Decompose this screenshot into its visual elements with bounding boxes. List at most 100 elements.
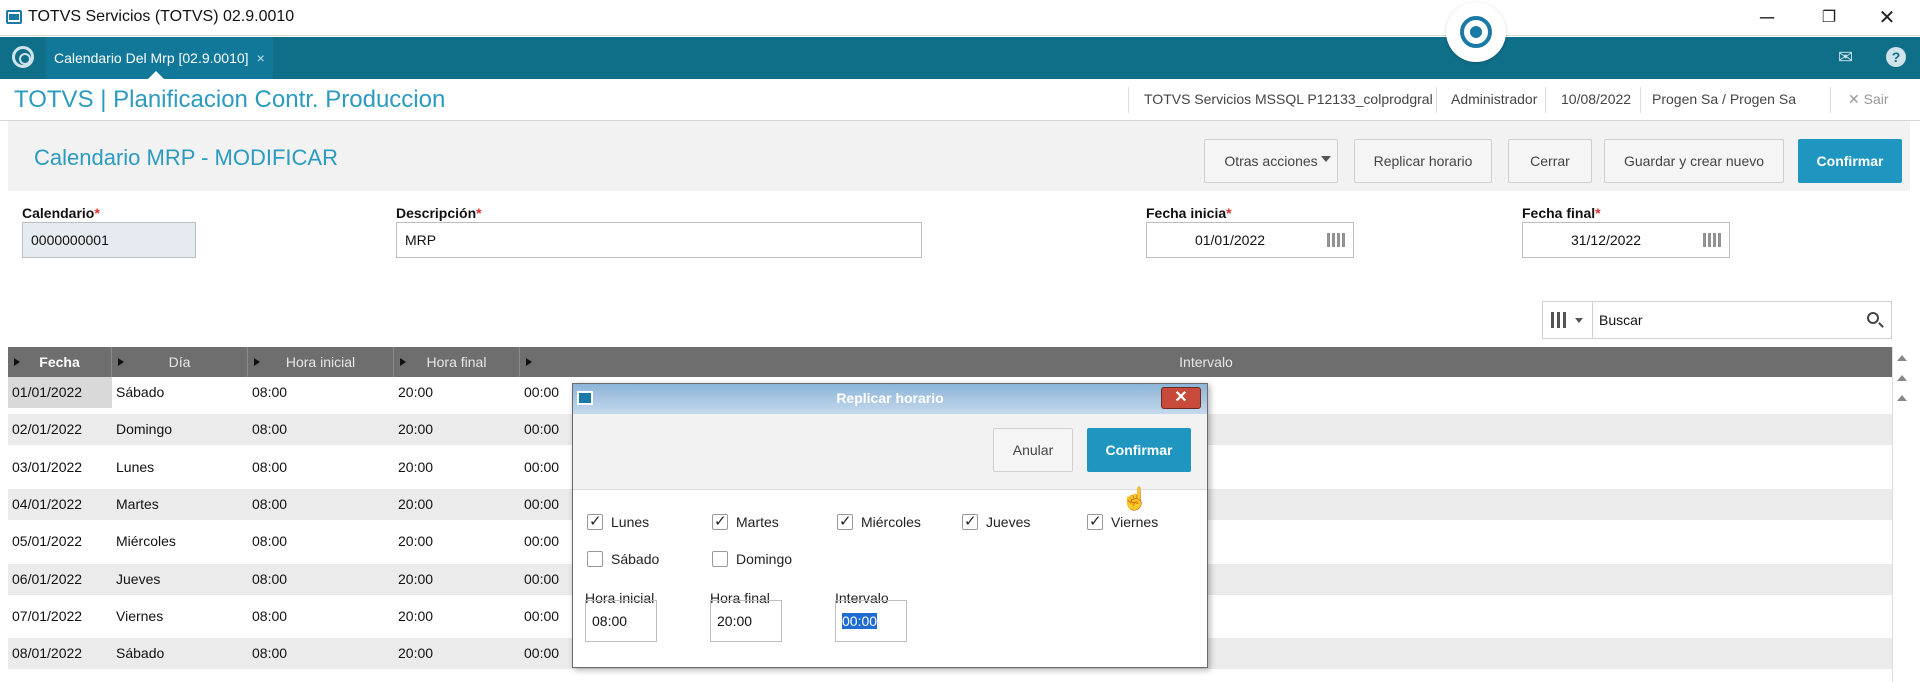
column-header-hora-final[interactable]: Hora final [394, 347, 520, 377]
sort-arrow-icon [400, 358, 406, 366]
sort-arrow-icon [14, 358, 20, 366]
mail-icon[interactable]: ✉ [1838, 47, 1853, 68]
cell-dia: Sábado [116, 645, 165, 662]
checkbox-label: Martes [736, 514, 779, 530]
user-info: Administrador [1451, 91, 1538, 107]
checkbox-checked-icon[interactable] [712, 512, 728, 530]
cell-dia: Jueves [116, 570, 161, 587]
column-header-dia[interactable]: Día [112, 347, 248, 377]
checkbox-checked-icon[interactable] [962, 512, 978, 530]
close-button[interactable]: Cerrar [1508, 139, 1592, 183]
calendar-icon[interactable] [1703, 233, 1721, 247]
checkbox-unchecked-icon[interactable] [712, 551, 728, 567]
scroll-page-up-icon[interactable] [1897, 375, 1907, 381]
divider [1436, 87, 1437, 113]
end-time-field[interactable]: 20:00 [710, 600, 782, 642]
save-and-new-button[interactable]: Guardar y crear nuevo [1604, 139, 1784, 183]
cell-intervalo: 00:00 [524, 607, 560, 624]
start-date-label: Fecha inicia* [1146, 205, 1232, 221]
cell-fecha: 05/01/2022 [12, 533, 83, 550]
cell-hora-final: 20:00 [398, 645, 434, 662]
cell-intervalo: 00:00 [524, 495, 560, 512]
scroll-top-icon[interactable] [1897, 355, 1907, 361]
tab-bar: Calendario Del Mrp [02.9.0010] × ✉ ? [0, 37, 1920, 79]
column-header-intervalo[interactable]: Intervalo [520, 347, 1892, 377]
cell-hora-inicial: 08:00 [252, 384, 288, 400]
cell-fecha: 06/01/2022 [12, 570, 83, 587]
start-date-field[interactable]: 01/01/2022 [1146, 222, 1354, 258]
end-date-field[interactable]: 31/12/2022 [1522, 222, 1730, 258]
checkbox-checked-icon[interactable] [837, 512, 853, 530]
active-tab-indicator [148, 71, 164, 79]
confirm-button[interactable]: Confirmar [1798, 139, 1902, 183]
cancel-button[interactable]: Anular [993, 428, 1073, 472]
checkbox-unchecked-icon[interactable] [587, 551, 603, 567]
tab-close-icon[interactable]: × [257, 50, 265, 66]
description-label: Descripción* [396, 205, 482, 221]
page-title: Calendario MRP - MODIFICAR [34, 145, 338, 170]
divider [1128, 87, 1129, 113]
assistant-badge[interactable] [1446, 2, 1506, 62]
other-actions-button[interactable]: Otras acciones [1204, 139, 1338, 183]
grid-scrollbar[interactable] [1892, 347, 1910, 682]
checkbox-label: Domingo [736, 551, 793, 567]
help-icon[interactable]: ? [1886, 47, 1906, 67]
grid-header: Fecha Día Hora inicial Hora final Interv… [8, 347, 1892, 377]
interval-field[interactable]: 00:00 [835, 600, 907, 642]
column-header-fecha[interactable]: Fecha [8, 347, 112, 377]
cell-intervalo: 00:00 [524, 645, 560, 662]
company-info: Progen Sa / Progen Sa [1652, 91, 1796, 107]
cell-fecha: 04/01/2022 [12, 495, 83, 512]
window-title: TOTVS Servicios (TOTVS) 02.9.0010 [28, 8, 295, 25]
cell-dia: Domingo [116, 421, 173, 438]
restore-button[interactable]: ❐ [1806, 4, 1852, 32]
cell-dia: Martes [116, 495, 159, 512]
cell-hora-inicial: 08:00 [252, 533, 288, 550]
sort-arrow-icon [254, 358, 260, 366]
columns-icon [1551, 312, 1567, 328]
search-input[interactable] [1597, 304, 1857, 336]
cell-fecha: 08/01/2022 [12, 645, 83, 662]
checkbox-label: Viernes [1111, 514, 1159, 530]
checkbox-checked-icon[interactable] [587, 512, 603, 530]
exit-button[interactable]: ✕ Sair [1848, 91, 1889, 108]
columns-button[interactable] [1543, 302, 1593, 338]
sort-arrow-icon [118, 358, 124, 366]
dialog-action-bar: Anular Confirmar ☝ [573, 414, 1207, 511]
divider [1545, 87, 1546, 113]
description-field[interactable]: MRP [396, 222, 922, 258]
start-date-value: 01/01/2022 [1194, 232, 1266, 248]
cell-hora-inicial: 08:00 [252, 645, 288, 662]
checkbox-checked-icon[interactable] [1087, 512, 1103, 530]
cell-hora-final: 20:00 [398, 421, 434, 438]
window-titlebar: TOTVS Servicios (TOTVS) 02.9.0010 ─ ❐ ✕ [0, 0, 1920, 36]
scroll-up-icon[interactable] [1897, 395, 1907, 401]
calendar-icon[interactable] [1327, 233, 1345, 247]
checkbox-label: Lunes [611, 514, 650, 530]
page-header: Calendario MRP - MODIFICAR Otras accione… [8, 121, 1910, 191]
checkbox-label: Jueves [986, 514, 1031, 530]
cell-dia: Sábado [116, 384, 165, 400]
cell-intervalo: 00:00 [524, 384, 560, 400]
cell-hora-final: 20:00 [398, 533, 434, 550]
sort-arrow-icon [526, 358, 532, 366]
close-icon: ✕ [1848, 91, 1860, 107]
column-header-hora-inicial[interactable]: Hora inicial [248, 347, 394, 377]
dialog-confirm-button[interactable]: Confirmar [1087, 428, 1191, 472]
interval-value: 00:00 [842, 613, 878, 629]
search-icon[interactable] [1867, 312, 1879, 324]
dialog-close-button[interactable]: ✕ [1161, 387, 1201, 409]
replicate-schedule-dialog: Replicar horario ✕ Anular Confirmar ☝ Lu… [572, 383, 1208, 668]
chevron-down-icon [1321, 156, 1331, 162]
totvs-logo-icon[interactable] [12, 46, 34, 68]
minimize-button[interactable]: ─ [1744, 4, 1790, 32]
replicate-schedule-button[interactable]: Replicar horario [1354, 139, 1492, 183]
start-time-field[interactable]: 08:00 [585, 600, 657, 642]
calendar-field: 0000000001 [22, 222, 196, 258]
close-window-button[interactable]: ✕ [1864, 4, 1910, 32]
date-info: 10/08/2022 [1561, 91, 1632, 107]
cell-intervalo: 00:00 [524, 458, 560, 475]
cell-intervalo: 00:00 [524, 533, 560, 550]
app-title: TOTVS | Planificacion Contr. Produccion [14, 86, 446, 113]
cell-fecha: 03/01/2022 [12, 458, 83, 475]
